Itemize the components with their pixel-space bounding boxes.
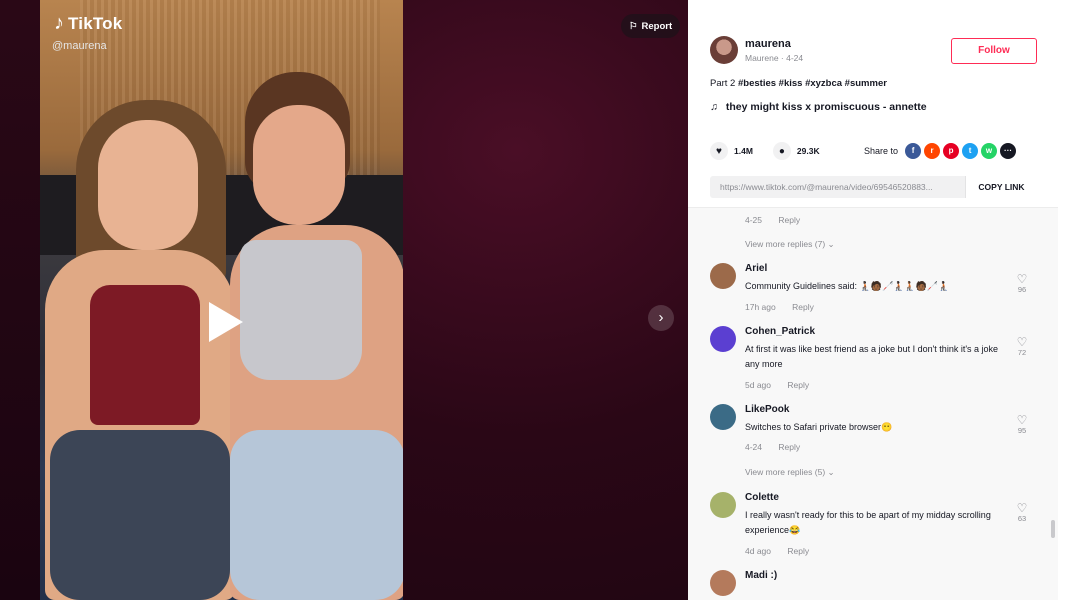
comment-stat[interactable]: ● 29.3K [772,142,820,160]
detail-panel: maurena Maurene · 4-24 Follow Part 2 #be… [688,0,1074,600]
video-link-box: https://www.tiktok.com/@maurena/video/69… [710,176,1037,198]
music-note-icon: ♫ [710,101,718,113]
comment-text: At first it was like best friend as a jo… [745,344,999,369]
music-title: they might kiss x promiscuous - annette [725,101,927,113]
comment-text: I really wasn't ready for this to be apa… [745,510,991,535]
video-person-right-face [253,105,345,225]
share-row: Share to f r p t w ··· [864,143,1017,159]
whatsapp-icon[interactable]: w [981,143,998,159]
video-person-left-top [90,285,200,425]
comment-avatar[interactable] [710,404,736,430]
chevron-down-icon: ⌄ [827,467,835,477]
comment-reply-link[interactable]: Reply [792,302,814,312]
comment-reply-link[interactable]: Reply [787,380,809,390]
prev-comment-reply[interactable]: Reply [778,215,800,225]
heart-outline-icon: ♡ [1016,272,1028,286]
comment-text: Switches to Safari private browser😶 [745,422,893,432]
reddit-icon[interactable]: r [924,143,941,159]
comments-scrollbar[interactable] [1051,520,1055,538]
comment-text: Community Guidelines said: 🧎🏿🧑🏾🦯🧎🏿🧎🏾🧑🏾🦯🧎… [745,281,950,291]
comment-author[interactable]: Ariel [745,263,767,274]
view-more-replies-label: View more replies (5) [745,467,826,477]
video-caption: Part 2 #besties #kiss #xyzbca #summer [710,78,887,89]
copy-link-button[interactable]: COPY LINK [965,176,1037,198]
video-watermark-handle: @maurena [52,40,107,52]
comment-avatar[interactable] [710,326,736,352]
next-video-button[interactable]: › [648,305,674,331]
report-button[interactable]: ⚐ Report [621,14,681,38]
video-person-left-face [98,120,198,250]
flag-icon: ⚐ [629,20,638,32]
tiktok-logo: ♪ TikTok [54,12,122,35]
heart-outline-icon: ♡ [1016,413,1028,427]
comment-meta: 5d ago Reply [745,380,809,390]
video-person-left-jeans [50,430,230,600]
comment-date: 5d ago [745,380,771,390]
stage-left-edge [0,0,40,600]
chevron-right-icon: › [658,309,664,326]
comment-meta: 4-24 Reply [745,442,800,452]
comment-count: 29.3K [796,146,820,156]
prev-comment-date: 4-25 [745,215,763,225]
caption-hashtags[interactable]: #besties #kiss #xyzbca #summer [738,78,887,89]
comment-like[interactable]: ♡ 95 [1014,414,1030,435]
caption-prefix: Part 2 [710,78,736,89]
heart-icon: ♥ [710,142,728,160]
comment-date: 17h ago [745,302,776,312]
comment-like[interactable]: ♡ 63 [1014,502,1030,523]
view-more-replies-label: View more replies (7) [745,239,826,249]
facebook-icon[interactable]: f [905,143,922,159]
comment-like-count: 95 [1017,426,1027,435]
author-name[interactable]: maurena [745,38,791,50]
more-share-icon[interactable]: ··· [1000,143,1017,159]
view-more-replies-top[interactable]: View more replies (7) ⌄ [745,239,835,250]
like-stat[interactable]: ♥ 1.4M [710,142,753,160]
video-link-url[interactable]: https://www.tiktok.com/@maurena/video/69… [710,176,965,198]
author-subtitle: Maurene · 4-24 [745,53,804,63]
comment-avatar[interactable] [710,492,736,518]
view-more-replies[interactable]: View more replies (5) ⌄ [745,467,835,478]
tiktok-logo-text: TikTok [68,13,123,33]
prev-comment-meta: 4-25 Reply [745,215,800,225]
comment-avatar[interactable] [710,570,736,596]
share-label: Share to [864,146,899,156]
twitter-icon[interactable]: t [962,143,979,159]
comment-author[interactable]: Madi :) [745,570,777,581]
comment-author[interactable]: Colette [745,492,779,503]
chevron-down-icon: ⌄ [827,239,835,249]
author-avatar[interactable] [710,36,738,64]
comment-author[interactable]: Cohen_Patrick [745,326,815,337]
like-count: 1.4M [734,146,753,156]
comment-like-count: 63 [1017,514,1027,523]
heart-outline-icon: ♡ [1016,335,1028,349]
comment-avatar[interactable] [710,263,736,289]
play-icon[interactable] [205,300,245,344]
comment-meta: 17h ago Reply [745,302,814,312]
comment-date: 4d ago [745,546,771,556]
comment-like[interactable]: ♡ 72 [1014,336,1030,357]
comment-like[interactable]: ♡ 96 [1014,273,1030,294]
follow-button[interactable]: Follow [951,38,1037,64]
comment-date: 4-24 [745,442,763,452]
comment-like-count: 96 [1017,285,1027,294]
video-person-right-jeans [230,430,403,600]
video-info-header: maurena Maurene · 4-24 Follow Part 2 #be… [688,0,1058,210]
comment-icon: ● [772,142,791,160]
comment-reply-link[interactable]: Reply [787,546,809,556]
report-label: Report [641,20,673,32]
comment-author[interactable]: LikePook [745,404,789,415]
heart-outline-icon: ♡ [1016,501,1028,515]
tiktok-note-icon: ♪ [54,12,64,34]
video-person-right-top [240,240,362,380]
comment-reply-link[interactable]: Reply [778,442,800,452]
comment-meta: 4d ago Reply [745,546,809,556]
stats-row: ♥ 1.4M ● 29.3K [710,142,840,160]
music-row[interactable]: ♫ they might kiss x promiscuous - annett… [710,101,927,113]
pinterest-icon[interactable]: p [943,143,960,159]
video-stage: ♪ TikTok @maurena ⚐ Report › [0,0,688,600]
comment-like-count: 72 [1017,348,1027,357]
comments-list[interactable]: 4-25 Reply View more replies (7) ⌄ Ariel… [688,208,1058,600]
